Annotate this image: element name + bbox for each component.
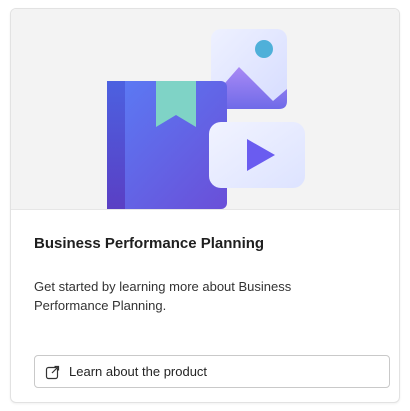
- video-play-icon: [209, 122, 305, 188]
- card-title: Business Performance Planning: [34, 235, 265, 252]
- product-illustration: [107, 29, 305, 209]
- card-hero: [11, 9, 399, 210]
- card-description: Get started by learning more about Busin…: [34, 279, 292, 313]
- learn-about-product-label: Learn about the product: [69, 364, 208, 379]
- learn-about-product-button[interactable]: Learn about the product: [34, 355, 390, 388]
- open-in-new-window-icon: [45, 364, 61, 380]
- product-card: Business Performance Planning Get starte…: [10, 8, 400, 403]
